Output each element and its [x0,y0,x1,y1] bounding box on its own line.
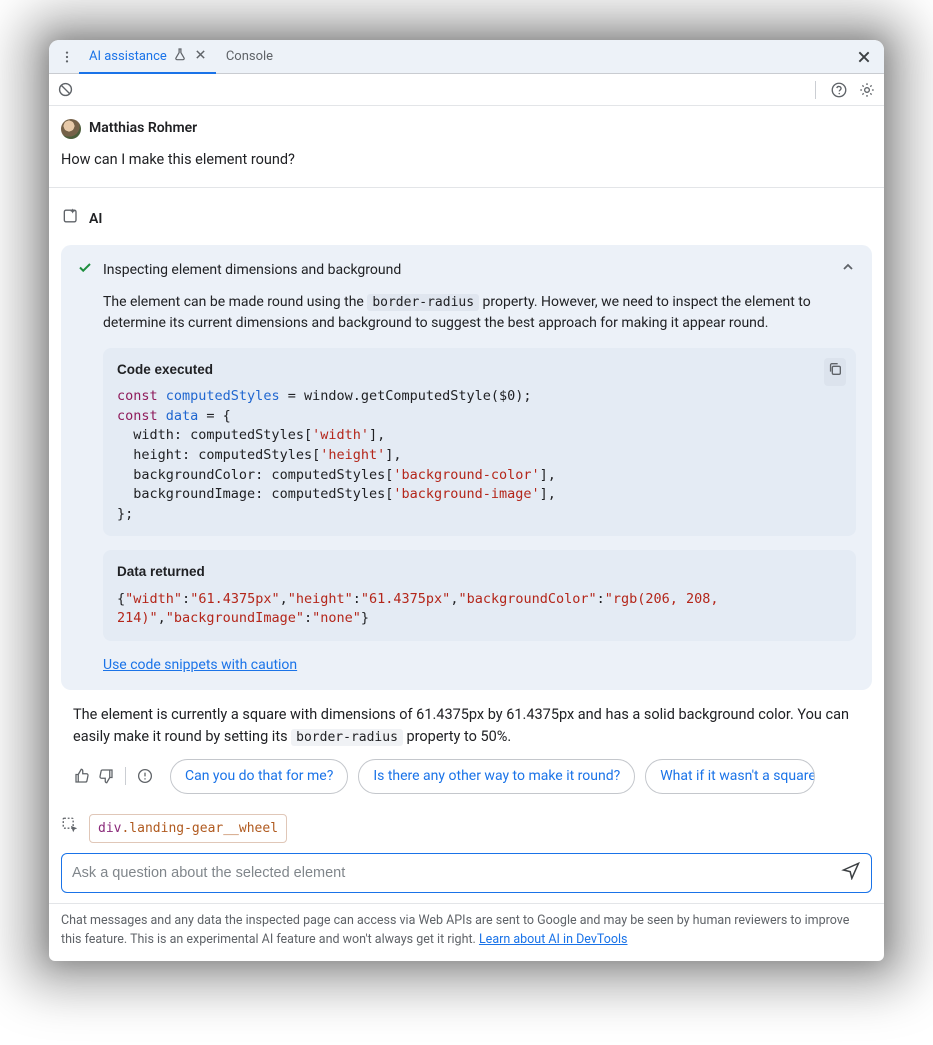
tab-label: Console [226,49,273,64]
thumbs-up-icon[interactable] [73,767,91,785]
code-content: const computedStyles = window.getCompute… [117,387,842,524]
suggestion-chip[interactable]: Is there any other way to make it round? [358,759,635,794]
close-panel-icon[interactable] [850,50,878,64]
code-inline: border-radius [367,294,479,311]
select-node-icon[interactable] [61,816,79,841]
suggestion-chip[interactable]: Can you do that for me? [170,759,348,794]
toolbar [49,74,884,106]
close-tab-icon[interactable] [195,49,206,64]
data-returned-block: Data returned {"width":"61.4375px","heig… [103,550,856,641]
panel-description: The element can be made round using the … [103,292,856,334]
suggestion-chips: Can you do that for me? Is there any oth… [170,759,815,794]
tab-console[interactable]: Console [216,40,283,73]
tab-bar: AI assistance Console [49,40,884,74]
question-input[interactable] [72,865,841,881]
block-icon[interactable] [57,81,74,98]
code-block-title: Data returned [117,562,842,582]
thumbs-down-icon[interactable] [97,767,115,785]
help-icon[interactable] [830,81,848,99]
code-inline: border-radius [291,729,403,746]
footer-disclaimer: Chat messages and any data the inspected… [49,903,884,960]
inspection-panel: Inspecting element dimensions and backgr… [61,245,872,690]
caution-link[interactable]: Use code snippets with caution [103,655,297,676]
report-icon[interactable] [136,767,154,785]
panel-title: Inspecting element dimensions and backgr… [103,260,830,281]
code-block-title: Code executed [117,360,842,380]
chat-content: Matthias Rohmer How can I make this elem… [49,106,884,961]
tab-label: AI assistance [89,49,167,64]
flask-icon [173,47,187,65]
ai-summary: The element is currently a square with d… [61,704,872,749]
devtools-window: AI assistance Console [49,40,884,961]
question-input-container [61,853,872,893]
avatar [61,119,81,139]
check-icon [77,259,93,282]
ai-spark-icon [61,206,81,233]
user-message: Matthias Rohmer How can I make this elem… [49,118,884,188]
gear-icon[interactable] [858,81,876,99]
chevron-up-icon[interactable] [840,259,856,282]
send-icon[interactable] [841,860,861,887]
user-question: How can I make this element round? [61,149,872,171]
data-content: {"width":"61.4375px","height":"61.4375px… [117,590,842,629]
learn-more-link[interactable]: Learn about AI in DevTools [479,932,628,947]
suggestion-chip[interactable]: What if it wasn't a square? [645,759,815,794]
feedback-row: Can you do that for me? Is there any oth… [61,749,872,810]
element-chip[interactable]: div.landing-gear__wheel [89,814,287,844]
tab-ai-assistance[interactable]: AI assistance [79,41,216,74]
ai-message: AI Inspecting element dimensions and bac… [49,188,884,810]
ai-label: AI [89,209,102,230]
user-name: Matthias Rohmer [89,118,197,139]
code-executed-block: Code executed const computedStyles = win… [103,348,856,537]
selected-element-row: div.landing-gear__wheel [49,810,884,852]
copy-icon[interactable] [824,358,846,387]
kebab-menu-icon[interactable] [55,50,79,64]
